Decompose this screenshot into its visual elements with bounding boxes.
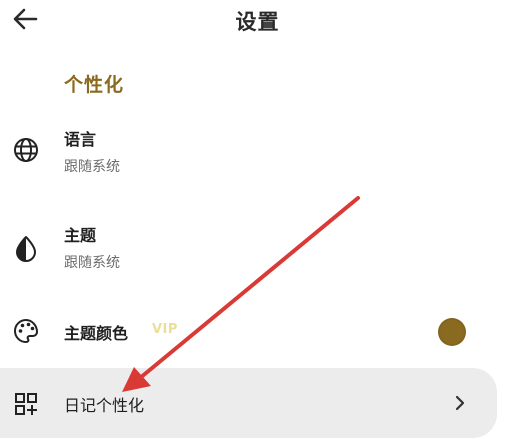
settings-row-theme-color[interactable]: 主题颜色 VIP xyxy=(0,306,515,358)
chevron-right-icon xyxy=(455,395,465,411)
section-title-personalization: 个性化 xyxy=(64,74,125,96)
settings-screen: 设置 个性化 语言 跟随系统 主题 跟随系统 主题颜色 VIP 日记个性化 xyxy=(0,0,515,446)
language-label: 语言 xyxy=(64,130,97,149)
globe-icon xyxy=(14,138,38,162)
vip-badge: VIP xyxy=(152,322,178,337)
page-title: 设置 xyxy=(235,10,280,34)
widgets-grid-plus-icon xyxy=(15,393,37,415)
settings-row-diary-personalization[interactable]: 日记个性化 xyxy=(0,368,497,438)
contrast-icon xyxy=(16,236,36,262)
theme-color-label: 主题颜色 xyxy=(64,324,129,343)
diary-personalization-label: 日记个性化 xyxy=(64,396,145,415)
language-value: 跟随系统 xyxy=(64,159,120,175)
theme-color-swatch[interactable] xyxy=(438,318,466,346)
settings-row-theme[interactable]: 主题 跟随系统 xyxy=(0,216,515,280)
palette-icon xyxy=(14,319,38,343)
app-header: 设置 xyxy=(0,0,515,40)
theme-value: 跟随系统 xyxy=(64,255,120,271)
settings-row-language[interactable]: 语言 跟随系统 xyxy=(0,118,515,186)
theme-label: 主题 xyxy=(64,226,97,245)
